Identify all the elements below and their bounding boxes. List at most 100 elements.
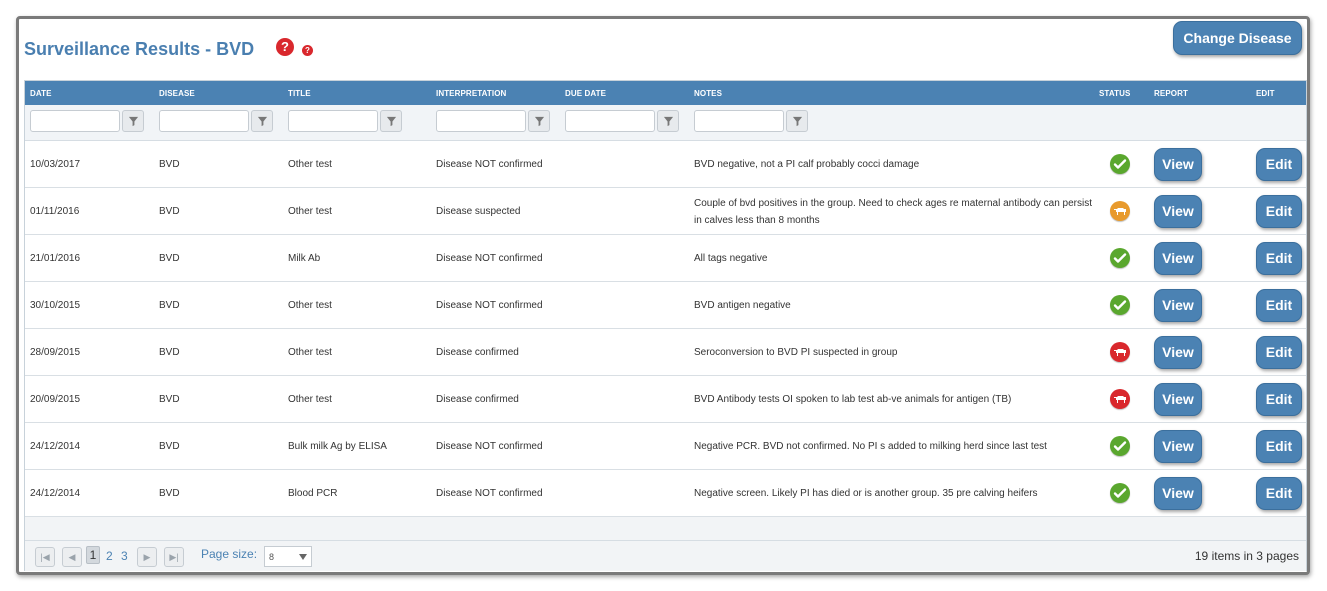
page-2[interactable]: 2 xyxy=(106,549,113,563)
filter-funnel-icon[interactable] xyxy=(251,110,273,132)
cell-due-date xyxy=(565,141,690,188)
cell-interpretation: Disease NOT confirmed xyxy=(436,253,543,264)
view-button[interactable]: View xyxy=(1154,242,1202,275)
cell-disease: BVD xyxy=(159,394,180,405)
page-1[interactable]: 1 xyxy=(86,546,100,564)
page-title: Surveillance Results - BVD xyxy=(24,39,255,59)
cell-title: Other test xyxy=(288,206,332,217)
edit-button[interactable]: Edit xyxy=(1256,289,1302,322)
filter-row xyxy=(25,105,1306,141)
filter-input-interpretation[interactable] xyxy=(436,110,526,132)
edit-button[interactable]: Edit xyxy=(1256,430,1302,463)
items-text: items in xyxy=(1211,549,1253,563)
cell-disease: BVD xyxy=(159,206,180,217)
page-size-value: 8 xyxy=(269,552,275,562)
table-row: 21/01/2016 BVD Milk Ab Disease NOT confirme… xyxy=(25,235,1306,282)
table-row: 28/09/2015 BVD Other test Disease confirmed… xyxy=(25,329,1306,376)
cell-title: Blood PCR xyxy=(288,488,338,499)
total-pages: 3 xyxy=(1256,549,1263,563)
prev-page-icon[interactable]: ◀ xyxy=(62,547,82,567)
help-icon[interactable]: ? xyxy=(276,38,294,56)
cell-due-date xyxy=(565,188,690,235)
cell-title: Other test xyxy=(288,347,332,358)
col-header-date[interactable]: Date xyxy=(30,89,52,98)
first-page-icon[interactable]: |◀ xyxy=(35,547,55,567)
pager-summary: 19 items in 3 pages xyxy=(1195,549,1299,563)
check-icon xyxy=(1110,483,1130,503)
last-page-icon[interactable]: ▶| xyxy=(164,547,184,567)
help-small-icon[interactable]: ? xyxy=(302,45,313,56)
cell-disease: BVD xyxy=(159,159,180,170)
filter-input-notes[interactable] xyxy=(694,110,784,132)
cell-disease: BVD xyxy=(159,253,180,264)
cell-notes: Seroconversion to BVD PI suspected in gr… xyxy=(694,347,898,358)
view-button[interactable]: View xyxy=(1154,430,1202,463)
view-button[interactable]: View xyxy=(1154,336,1202,369)
table-row: 30/10/2015 BVD Other test Disease NOT confi… xyxy=(25,282,1306,329)
cell-due-date xyxy=(565,376,690,423)
cell-date: 24/12/2014 xyxy=(30,441,81,452)
edit-button[interactable]: Edit xyxy=(1256,195,1302,228)
table-row: 24/12/2014 BVD Bulk milk Ag by ELISA Diseas… xyxy=(25,423,1306,470)
edit-button[interactable]: Edit xyxy=(1256,242,1302,275)
cow-icon-red xyxy=(1110,389,1130,409)
view-button[interactable]: View xyxy=(1154,383,1202,416)
next-page-icon[interactable]: ▶ xyxy=(137,547,157,567)
col-header-notes[interactable]: Notes xyxy=(694,89,722,98)
view-button[interactable]: View xyxy=(1154,477,1202,510)
filter-funnel-icon[interactable] xyxy=(528,110,550,132)
filter-input-title[interactable] xyxy=(288,110,378,132)
cell-interpretation: Disease NOT confirmed xyxy=(436,488,543,499)
cell-date: 24/12/2014 xyxy=(30,488,81,499)
grid-header: Date Disease Title Interpretation Due Da… xyxy=(25,81,1306,105)
table-row: 20/09/2015 BVD Other test Disease confirmed… xyxy=(25,376,1306,423)
view-button[interactable]: View xyxy=(1154,289,1202,322)
cell-title: Other test xyxy=(288,394,332,405)
cell-date: 21/01/2016 xyxy=(30,253,81,264)
cell-disease: BVD xyxy=(159,441,180,452)
total-items: 19 xyxy=(1194,549,1209,563)
edit-button[interactable]: Edit xyxy=(1256,477,1302,510)
cell-interpretation: Disease suspected xyxy=(436,206,521,217)
cell-due-date xyxy=(565,423,690,470)
filter-input-due-date[interactable] xyxy=(565,110,655,132)
cell-title: Bulk milk Ag by ELISA xyxy=(288,441,387,452)
cell-notes: All tags negative xyxy=(694,253,768,264)
col-header-due-date[interactable]: Due Date xyxy=(565,89,606,98)
filter-input-date[interactable] xyxy=(30,110,120,132)
change-disease-button[interactable]: Change Disease xyxy=(1173,21,1302,55)
filter-funnel-icon[interactable] xyxy=(122,110,144,132)
filter-funnel-icon[interactable] xyxy=(380,110,402,132)
cell-interpretation: Disease NOT confirmed xyxy=(436,159,543,170)
col-header-report: Report xyxy=(1154,89,1188,98)
col-header-edit: Edit xyxy=(1256,89,1275,98)
page-size-label: Page size: xyxy=(201,547,258,561)
col-header-interpretation[interactable]: Interpretation xyxy=(436,89,506,98)
cell-interpretation: Disease confirmed xyxy=(436,347,519,358)
page-size-select[interactable]: 8 xyxy=(264,546,312,567)
edit-button[interactable]: Edit xyxy=(1256,336,1302,369)
col-header-disease[interactable]: Disease xyxy=(159,89,195,98)
cell-title: Other test xyxy=(288,300,332,311)
cell-due-date xyxy=(565,329,690,376)
cow-icon-orange xyxy=(1110,201,1130,221)
cell-due-date xyxy=(565,470,690,517)
edit-button[interactable]: Edit xyxy=(1256,148,1302,181)
results-grid: Date Disease Title Interpretation Due Da… xyxy=(24,80,1307,571)
col-header-title[interactable]: Title xyxy=(288,89,311,98)
cell-title: Milk Ab xyxy=(288,253,321,264)
cell-date: 30/10/2015 xyxy=(30,300,81,311)
filter-input-disease[interactable] xyxy=(159,110,249,132)
edit-button[interactable]: Edit xyxy=(1256,383,1302,416)
filter-funnel-icon[interactable] xyxy=(786,110,808,132)
view-button[interactable]: View xyxy=(1154,148,1202,181)
check-icon xyxy=(1110,154,1130,174)
view-button[interactable]: View xyxy=(1154,195,1202,228)
pager: |◀ ◀ 1 2 3 ▶ ▶| Page size: 8 19 items in… xyxy=(25,540,1306,571)
cell-date: 10/03/2017 xyxy=(30,159,81,170)
filter-funnel-icon[interactable] xyxy=(657,110,679,132)
col-header-status: Status xyxy=(1099,89,1131,98)
page-3[interactable]: 3 xyxy=(121,549,128,563)
cell-date: 20/09/2015 xyxy=(30,394,81,405)
check-icon xyxy=(1110,436,1130,456)
